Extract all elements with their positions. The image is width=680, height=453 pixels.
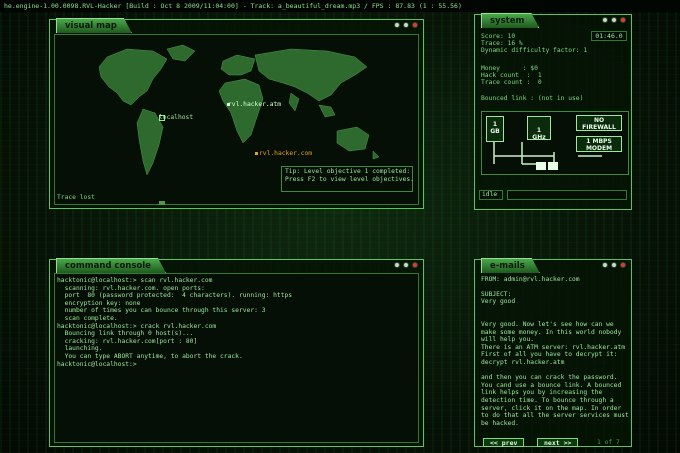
system-title: system <box>481 13 539 28</box>
email-page-indicator: 1 of 7 <box>597 439 620 446</box>
email-subject: Very good <box>481 298 516 305</box>
maximize-icon[interactable] <box>403 22 409 28</box>
visual-map-title: visual map <box>56 18 132 33</box>
trace-status: Trace lost <box>57 194 95 201</box>
command-console-window: command console hacktonic@localhost:> sc… <box>49 259 424 447</box>
email-body: Very good. Now let's see how can we make… <box>481 321 629 427</box>
close-icon[interactable] <box>412 22 418 28</box>
maximize-icon[interactable] <box>611 262 617 268</box>
cpu-chip[interactable]: 1 GHz <box>527 116 551 141</box>
difficulty-factor: Dynamic difficulty factor: 1 <box>481 47 588 54</box>
modem-status[interactable]: 1 MBPS MODEM <box>576 136 622 152</box>
minimize-icon[interactable] <box>394 262 400 268</box>
hardware-panel: 1 GB 1 GHz NO FIREWALL 1 MBPS MODEM <box>481 111 629 175</box>
close-icon[interactable] <box>412 262 418 268</box>
visual-map-window: visual map rvl.hacker.atm localhost rvl.… <box>49 19 424 209</box>
minimize-icon[interactable] <box>602 17 608 23</box>
world-map-panel[interactable]: rvl.hacker.atm localhost rvl.hacker.com … <box>54 34 419 205</box>
prev-email-button[interactable]: << prev <box>483 438 525 447</box>
tip-box: Tip: Level objective 1 completed: Press … <box>281 166 414 192</box>
memory-chip[interactable]: 1 GB <box>486 116 504 142</box>
next-email-button[interactable]: next >> <box>537 438 579 447</box>
trace-count: Trace count : 0 <box>481 79 542 86</box>
activity-bar <box>507 190 627 200</box>
emails-window: e-mails FROM: admin@rvl.hacker.com SUBJE… <box>474 259 632 447</box>
map-node-atm[interactable]: rvl.hacker.atm <box>228 101 281 108</box>
maximize-icon[interactable] <box>611 17 617 23</box>
close-icon[interactable] <box>620 262 626 268</box>
scroll-handle[interactable] <box>159 201 165 205</box>
bounced-link: Bounced link : (not in use) <box>481 95 584 102</box>
node-marker-icon <box>227 103 230 106</box>
minimize-icon[interactable] <box>602 262 608 268</box>
close-icon[interactable] <box>620 17 626 23</box>
activity-status: idle <box>479 190 503 200</box>
emails-title: e-mails <box>481 258 540 273</box>
console-output[interactable]: hacktonic@localhost:> scan rvl.hacker.co… <box>54 273 419 443</box>
node-marker-icon <box>159 115 165 121</box>
system-window: system 01:46.0 Score: 10 Trace: 16 % Dyn… <box>474 14 632 210</box>
engine-status-bar: he.engine-1.00.0098.RVL-Hacker [Build : … <box>0 0 680 12</box>
console-text: hacktonic@localhost:> scan rvl.hacker.co… <box>57 277 293 368</box>
minimize-icon[interactable] <box>394 22 400 28</box>
firewall-status[interactable]: NO FIREWALL <box>576 115 622 131</box>
map-node-com[interactable]: rvl.hacker.com <box>259 150 312 157</box>
command-console-title: command console <box>56 258 166 273</box>
node-marker-icon <box>255 152 258 155</box>
maximize-icon[interactable] <box>403 262 409 268</box>
email-from: FROM: admin@rvl.hacker.com <box>481 276 580 283</box>
game-clock: 01:46.0 <box>591 31 627 41</box>
